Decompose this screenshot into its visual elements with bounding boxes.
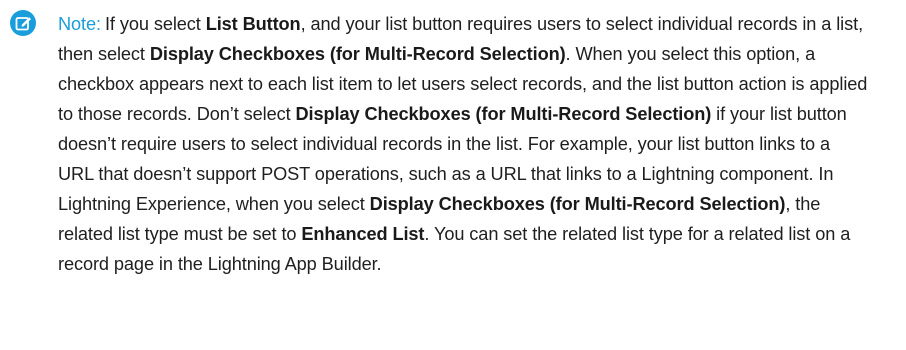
note-text: Note: If you select List Button, and your… <box>58 9 868 279</box>
edit-note-icon <box>10 10 36 36</box>
note-text-segment: If you select <box>104 14 206 34</box>
list-button-term: List Button <box>205 14 301 34</box>
note-callout: Note: If you select List Button, and your… <box>10 10 896 340</box>
note-label: Note: <box>58 14 101 34</box>
enhanced-list-term: Enhanced List <box>301 224 425 244</box>
display-checkboxes-term: Display Checkboxes (for Multi-Record Sel… <box>295 104 712 124</box>
display-checkboxes-term: Display Checkboxes (for Multi-Record Sel… <box>369 194 786 214</box>
display-checkboxes-term: Display Checkboxes (for Multi-Record Sel… <box>149 44 566 64</box>
